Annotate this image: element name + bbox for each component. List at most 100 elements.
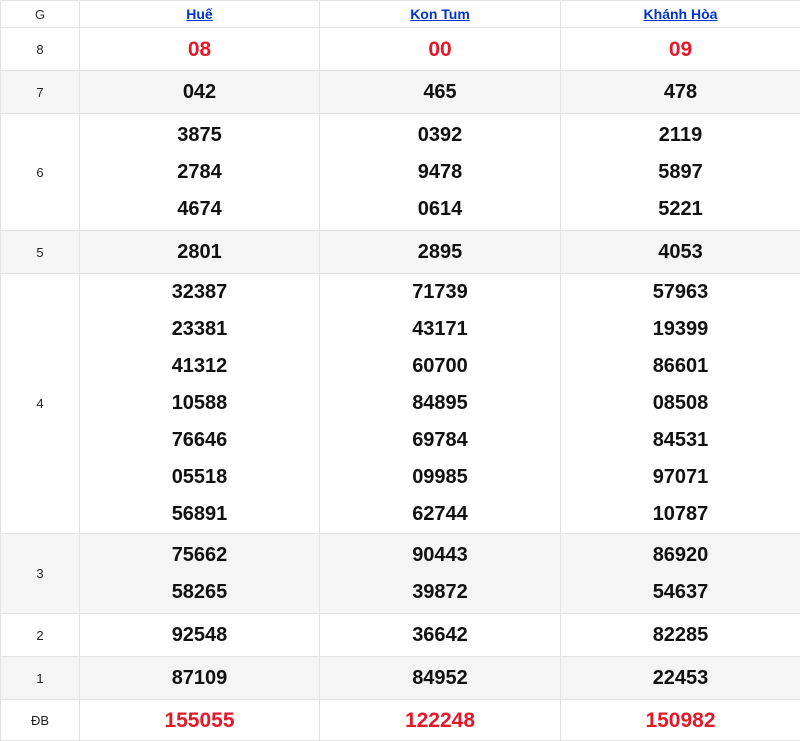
province-header-khanh-hoa: Khánh Hòa [561, 1, 800, 28]
province-link-hue[interactable]: Huế [186, 6, 212, 22]
result-number: 2895 [320, 234, 560, 271]
result-number: 4053 [561, 234, 800, 271]
result-number: 2784 [80, 154, 319, 191]
result-number: 39872 [320, 574, 560, 611]
province-link-khanh-hoa[interactable]: Khánh Hòa [644, 6, 718, 22]
result-number: 60700 [320, 348, 560, 385]
prize-row: 1871098495222453 [1, 657, 800, 700]
result-number: 150982 [561, 702, 800, 739]
result-number: 155055 [80, 702, 319, 739]
result-number: 58265 [80, 574, 319, 611]
result-number: 84531 [561, 422, 800, 459]
result-number: 54637 [561, 574, 800, 611]
prize-label: ĐB [1, 700, 80, 741]
prize-label: 5 [1, 231, 80, 274]
result-number: 57963 [561, 274, 800, 311]
result-number: 56891 [80, 496, 319, 533]
result-number: 10787 [561, 496, 800, 533]
prize-row: 3756625826590443398728692054637 [1, 534, 800, 614]
result-cell-kon-tum: 84952 [320, 657, 561, 700]
result-number: 71739 [320, 274, 560, 311]
result-cell-kon-tum: 36642 [320, 614, 561, 657]
result-number: 08508 [561, 385, 800, 422]
result-number: 75662 [80, 537, 319, 574]
prize-label: 6 [1, 114, 80, 231]
result-number: 042 [80, 74, 319, 111]
province-link-kon-tum[interactable]: Kon Tum [410, 6, 470, 22]
prize-row: 7042465478 [1, 71, 800, 114]
result-number: 97071 [561, 459, 800, 496]
result-number: 2119 [561, 117, 800, 154]
result-cell-khanh-hoa: 211958975221 [561, 114, 800, 231]
result-number: 465 [320, 74, 560, 111]
result-number: 9478 [320, 154, 560, 191]
result-number: 122248 [320, 702, 560, 739]
prize-row: 4323872338141312105887664605518568917173… [1, 274, 800, 534]
result-cell-hue: 042 [80, 71, 320, 114]
result-number: 36642 [320, 617, 560, 654]
prize-label: 1 [1, 657, 80, 700]
result-number: 23381 [80, 311, 319, 348]
result-number: 69784 [320, 422, 560, 459]
prize-row: 6387527844674039294780614211958975221 [1, 114, 800, 231]
result-cell-khanh-hoa: 82285 [561, 614, 800, 657]
result-number: 84952 [320, 660, 560, 697]
prize-label: 4 [1, 274, 80, 534]
header-row: G Huế Kon Tum Khánh Hòa [1, 1, 800, 28]
result-cell-kon-tum: 465 [320, 71, 561, 114]
prize-row: ĐB155055122248150982 [1, 700, 800, 741]
result-number: 84895 [320, 385, 560, 422]
result-cell-kon-tum: 71739431716070084895697840998562744 [320, 274, 561, 534]
result-cell-hue: 08 [80, 28, 320, 71]
result-number: 92548 [80, 617, 319, 654]
prize-row: 5280128954053 [1, 231, 800, 274]
result-cell-khanh-hoa: 150982 [561, 700, 800, 741]
prize-label: 7 [1, 71, 80, 114]
result-number: 09985 [320, 459, 560, 496]
result-number: 86920 [561, 537, 800, 574]
result-number: 43171 [320, 311, 560, 348]
result-number: 41312 [80, 348, 319, 385]
prize-column-header: G [1, 1, 80, 28]
result-number: 82285 [561, 617, 800, 654]
result-number: 76646 [80, 422, 319, 459]
result-cell-kon-tum: 9044339872 [320, 534, 561, 614]
prize-label: 3 [1, 534, 80, 614]
province-header-kon-tum: Kon Tum [320, 1, 561, 28]
result-number: 62744 [320, 496, 560, 533]
result-number: 10588 [80, 385, 319, 422]
prize-label: 8 [1, 28, 80, 71]
result-number: 00 [320, 31, 560, 68]
prize-row: 2925483664282285 [1, 614, 800, 657]
result-cell-hue: 7566258265 [80, 534, 320, 614]
result-cell-hue: 387527844674 [80, 114, 320, 231]
result-cell-hue: 155055 [80, 700, 320, 741]
result-number: 05518 [80, 459, 319, 496]
prize-row: 8080009 [1, 28, 800, 71]
result-cell-kon-tum: 2895 [320, 231, 561, 274]
result-cell-khanh-hoa: 4053 [561, 231, 800, 274]
result-number: 4674 [80, 191, 319, 228]
result-number: 90443 [320, 537, 560, 574]
result-cell-kon-tum: 122248 [320, 700, 561, 741]
result-number: 2801 [80, 234, 319, 271]
prize-label: 2 [1, 614, 80, 657]
result-cell-khanh-hoa: 57963193998660108508845319707110787 [561, 274, 800, 534]
result-cell-khanh-hoa: 22453 [561, 657, 800, 700]
result-cell-hue: 32387233814131210588766460551856891 [80, 274, 320, 534]
result-cell-kon-tum: 039294780614 [320, 114, 561, 231]
result-number: 478 [561, 74, 800, 111]
province-header-hue: Huế [80, 1, 320, 28]
result-cell-khanh-hoa: 478 [561, 71, 800, 114]
result-number: 86601 [561, 348, 800, 385]
lottery-results-table: G Huế Kon Tum Khánh Hòa 8080009704246547… [0, 0, 800, 741]
result-cell-kon-tum: 00 [320, 28, 561, 71]
result-number: 19399 [561, 311, 800, 348]
result-number: 22453 [561, 660, 800, 697]
result-number: 3875 [80, 117, 319, 154]
result-number: 0614 [320, 191, 560, 228]
result-number: 32387 [80, 274, 319, 311]
result-cell-hue: 87109 [80, 657, 320, 700]
result-number: 87109 [80, 660, 319, 697]
result-cell-hue: 92548 [80, 614, 320, 657]
